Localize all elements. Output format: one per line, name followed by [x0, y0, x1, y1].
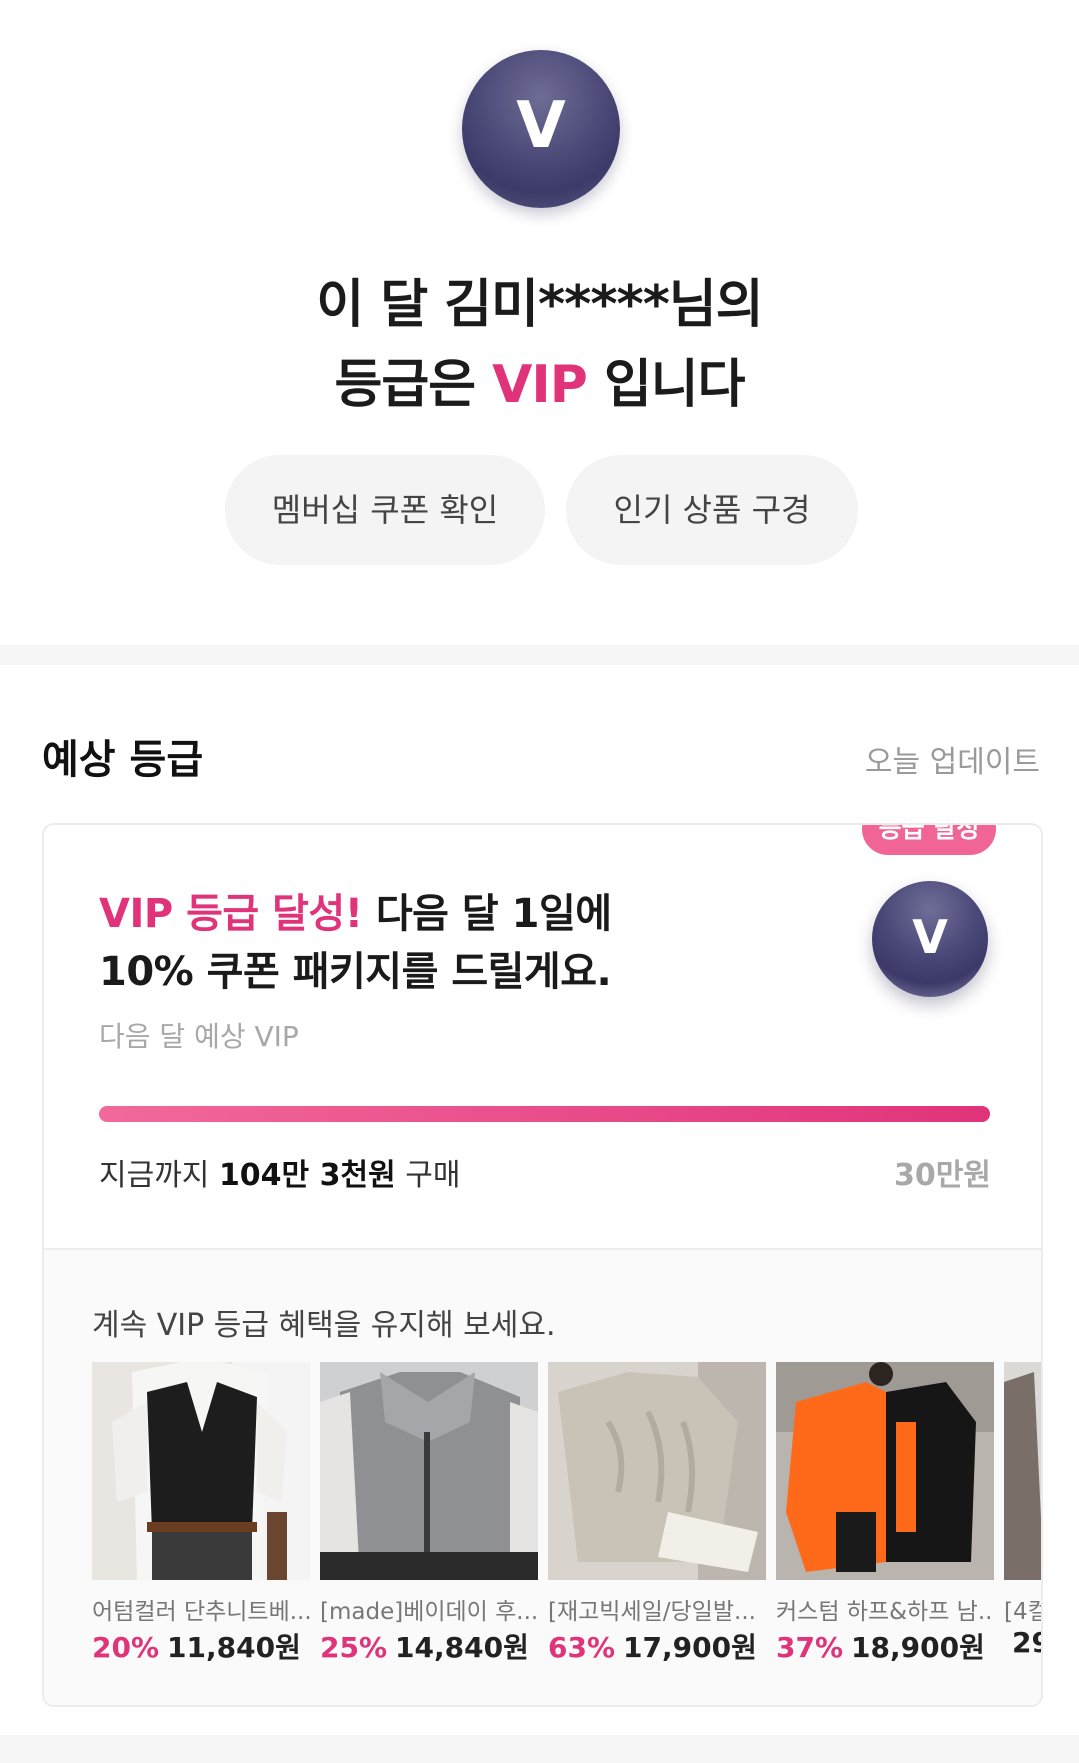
recommend-title: 계속 VIP 등급 혜택을 유지해 보세요. — [92, 1308, 556, 1343]
progress-bar-fill — [99, 1106, 990, 1122]
product-image[interactable] — [92, 1362, 310, 1580]
section-divider — [0, 645, 1079, 665]
grade-header: V 이 달 김미*****님의 등급은 VIP 입니다 멤버십 쿠폰 확인 인기… — [0, 0, 1079, 645]
section-title: 예상 등급 — [42, 737, 204, 783]
product-price-value: 29 — [1012, 1626, 1041, 1659]
update-label: 오늘 업데이트 — [864, 745, 1040, 780]
product-price: 29 — [1004, 1626, 1041, 1659]
product-price: 20% 11,840원 — [92, 1626, 352, 1666]
popular-products-button[interactable]: 인기 상품 구경 — [566, 455, 858, 565]
product-discount: 20% — [92, 1631, 160, 1664]
recommend-panel: 계속 VIP 등급 혜택을 유지해 보세요. 어텀컬러 단추니트베... 20%… — [44, 1248, 1041, 1705]
grade-headline-line2: 등급은 VIP 입니다 — [0, 342, 1079, 417]
spent-prefix: 지금까지 — [99, 1158, 219, 1193]
product-name: [재고빅세일/당일발... — [548, 1599, 756, 1625]
grade-avatar-letter: V — [516, 89, 566, 163]
spent-amount: 104만 3천원 — [218, 1158, 396, 1193]
product-price: 25% 14,840원 — [320, 1626, 580, 1666]
product-carousel[interactable]: 어텀컬러 단추니트베... 20% 11,840원 [made]베이데이 후..… — [92, 1362, 1041, 1682]
product-name: [made]베이데이 후... — [320, 1599, 538, 1625]
product-image[interactable] — [1004, 1362, 1041, 1580]
product-name: [4컬 — [1004, 1599, 1041, 1625]
grade-headline-suffix: 입니다 — [586, 355, 746, 415]
product-price-value: 11,840원 — [167, 1631, 301, 1664]
achievement-highlight: VIP 등급 달성! — [99, 891, 363, 937]
spent-suffix: 구매 — [395, 1158, 461, 1193]
grade-avatar: V — [462, 50, 620, 208]
product-discount: 37% — [776, 1631, 844, 1664]
membership-coupon-button[interactable]: 멤버십 쿠폰 확인 — [225, 455, 545, 565]
product-price-value: 18,900원 — [851, 1631, 985, 1664]
achievement-line2: 10% 쿠폰 패키지를 드릴게요. — [99, 949, 612, 995]
target-amount: 30만원 — [894, 1158, 991, 1193]
product-price: 37% 18,900원 — [776, 1626, 1036, 1666]
achieved-badge: 등급 달성 — [862, 825, 996, 855]
progress-bar — [99, 1106, 990, 1122]
product-image[interactable] — [548, 1362, 766, 1580]
expected-grade-label: 다음 달 예상 VIP — [99, 1020, 299, 1053]
product-image[interactable] — [776, 1362, 994, 1580]
product-price-value: 14,840원 — [395, 1631, 529, 1664]
spent-total: 지금까지 104만 3천원 구매 — [99, 1150, 460, 1194]
product-name: 커스텀 하프&하프 남... — [776, 1599, 994, 1625]
product-image[interactable] — [320, 1362, 538, 1580]
grade-headline-line1: 이 달 김미*****님의 — [316, 275, 763, 335]
expected-grade-avatar: V — [872, 881, 988, 997]
bottom-divider — [0, 1735, 1079, 1763]
expected-grade-avatar-letter: V — [912, 910, 948, 964]
expected-grade-card: VIP 등급 달성! 다음 달 1일에 10% 쿠폰 패키지를 드릴게요. 다음… — [42, 823, 1043, 1707]
product-price-value: 17,900원 — [623, 1631, 757, 1664]
product-name: 어텀컬러 단추니트베... — [92, 1599, 310, 1625]
product-price: 63% 17,900원 — [548, 1626, 808, 1666]
product-discount: 25% — [320, 1631, 388, 1664]
achievement-panel: VIP 등급 달성! 다음 달 1일에 10% 쿠폰 패키지를 드릴게요. 다음… — [44, 825, 1041, 1248]
grade-name: VIP — [492, 355, 588, 415]
achievement-line1-rest: 다음 달 1일에 — [362, 891, 612, 937]
grade-headline-prefix: 등급은 — [334, 355, 493, 415]
product-discount: 63% — [548, 1631, 616, 1664]
achievement-line1: VIP 등급 달성! 다음 달 1일에 — [99, 881, 612, 939]
